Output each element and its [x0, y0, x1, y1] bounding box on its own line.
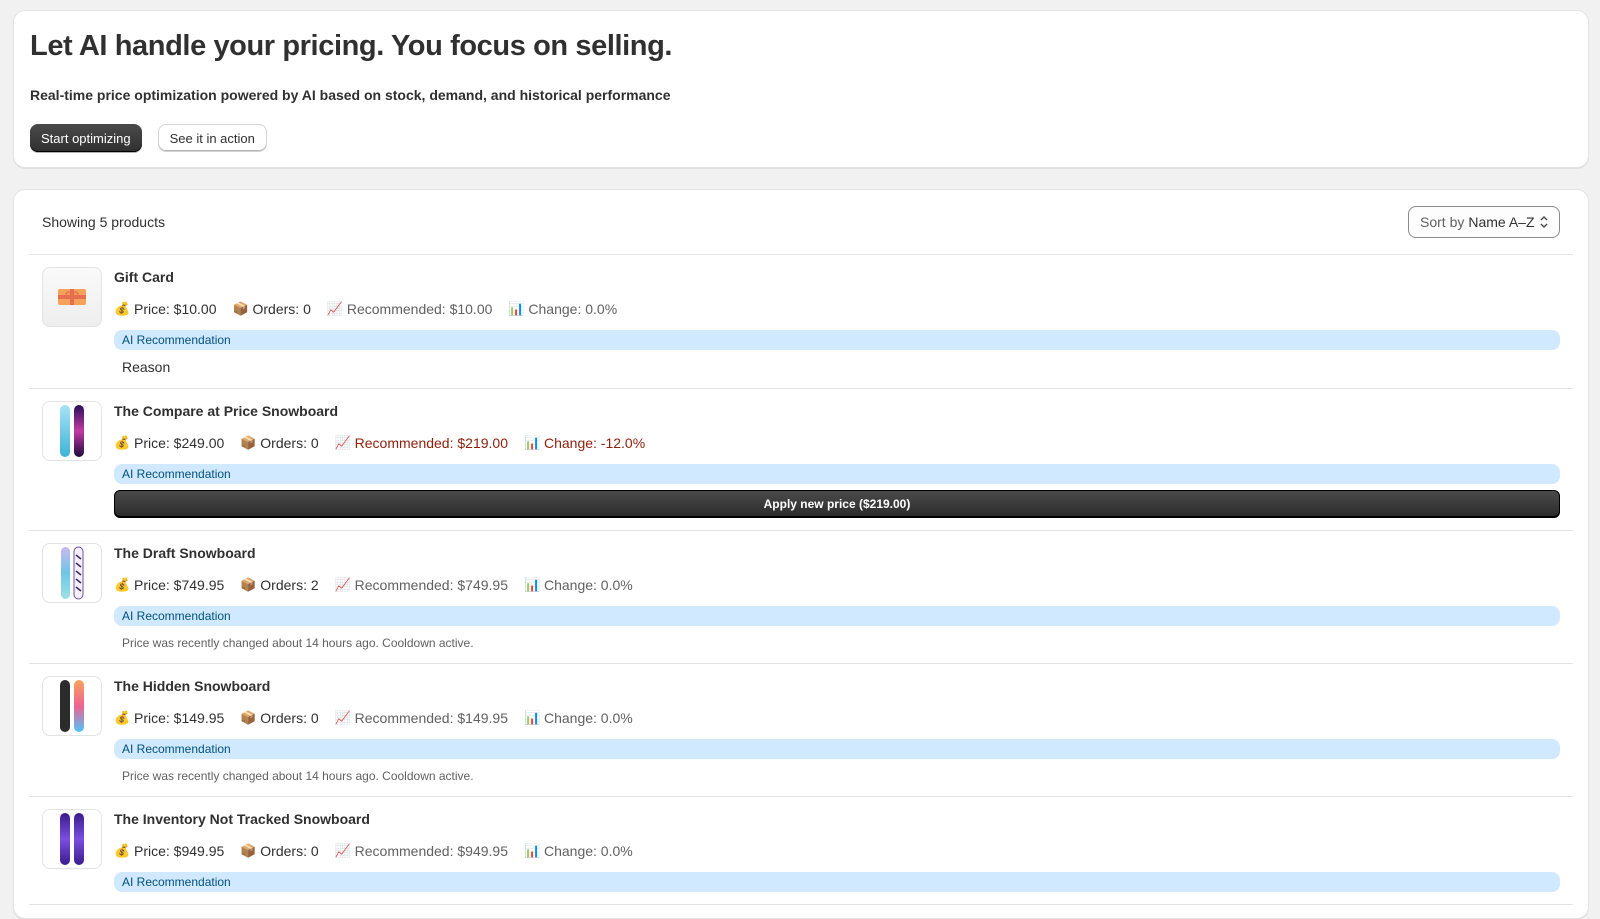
money-bag-icon: 💰 — [114, 301, 131, 316]
product-name: The Draft Snowboard — [114, 545, 256, 561]
product-recommended: Recommended: $949.95 — [354, 843, 508, 859]
apply-new-price-button[interactable]: Apply new price ($219.00) — [114, 490, 1560, 518]
snowboard-image-icon — [60, 405, 84, 457]
bar-chart-icon: 📊 — [523, 843, 541, 858]
page-subtitle: Real-time price optimization powered by … — [30, 87, 671, 103]
product-content: The Hidden Snowboard 💰 Price: $149.95 📦 Or… — [114, 676, 1560, 784]
product-content: The Draft Snowboard 💰 Price: $749.95 📦 Ord… — [114, 543, 1560, 651]
ai-recommendation-banner: AI Recommendation — [114, 330, 1560, 350]
product-orders: Orders: 0 — [252, 301, 311, 317]
product-thumbnail — [42, 267, 102, 327]
ai-reason: Reason — [122, 359, 171, 375]
chart-increasing-icon: 📈 — [326, 301, 344, 316]
product-row: The Inventory Not Tracked Snowboard 💰 Pri… — [29, 797, 1573, 905]
gift-card-icon — [58, 289, 86, 305]
money-bag-icon: 💰 — [114, 843, 131, 858]
product-content: The Inventory Not Tracked Snowboard 💰 Pri… — [114, 809, 1560, 892]
product-row: The Draft Snowboard 💰 Price: $749.95 📦 Ord… — [29, 531, 1573, 664]
product-thumbnail — [42, 401, 102, 461]
product-change: Change: -12.0% — [543, 435, 646, 451]
product-orders: Orders: 2 — [260, 577, 319, 593]
product-price: Price: $749.95 — [134, 577, 225, 593]
product-name: The Inventory Not Tracked Snowboard — [114, 811, 370, 827]
snowboard-image-icon — [60, 680, 84, 732]
chevron-up-down-icon — [1540, 216, 1548, 228]
product-price: Price: $249.00 — [134, 435, 225, 451]
product-row: Gift Card 💰 Price: $10.00 📦 Orders: 0 📈 Rec… — [29, 255, 1573, 389]
money-bag-icon: 💰 — [114, 435, 131, 450]
chart-increasing-icon: 📈 — [334, 577, 351, 592]
page-title: Let AI handle your pricing. You focus on… — [30, 30, 673, 62]
package-icon: 📦 — [240, 843, 257, 858]
product-content: Gift Card 💰 Price: $10.00 📦 Orders: 0 📈 Rec… — [114, 267, 1560, 376]
product-change: Change: 0.0% — [543, 710, 633, 726]
product-orders: Orders: 0 — [260, 843, 319, 859]
product-price: Price: $949.95 — [134, 843, 225, 859]
ai-recommendation-banner: AI Recommendation — [114, 464, 1560, 484]
product-change: Change: 0.0% — [528, 301, 618, 317]
chart-increasing-icon: 📈 — [334, 710, 351, 725]
package-icon: 📦 — [240, 710, 257, 725]
product-stats: 💰 Price: $149.95 📦 Orders: 0 📈 Recommended:… — [114, 709, 1560, 727]
product-row: The Compare at Price Snowboard 💰 Price: $… — [29, 389, 1573, 531]
product-count: Showing 5 products — [42, 214, 165, 230]
product-name: The Hidden Snowboard — [114, 678, 271, 694]
sort-label: Sort by — [1420, 214, 1465, 230]
bar-chart-icon: 📊 — [523, 577, 541, 592]
product-change: Change: 0.0% — [543, 843, 633, 859]
product-thumbnail — [42, 543, 102, 603]
chart-increasing-icon: 📈 — [334, 843, 351, 858]
sort-select[interactable]: Sort by Name A–Z — [1408, 206, 1560, 238]
hero-actions: Start optimizing See it in action — [30, 124, 1572, 152]
ai-recommendation-banner: AI Recommendation — [114, 606, 1560, 626]
sort-value: Name A–Z — [1468, 214, 1535, 230]
product-price: Price: $10.00 — [134, 301, 217, 317]
product-change: Change: 0.0% — [543, 577, 633, 593]
product-recommended: Recommended: $10.00 — [346, 301, 493, 317]
product-name: Gift Card — [114, 269, 174, 285]
product-thumbnail — [42, 676, 102, 736]
cooldown-note: Price was recently changed about 14 hour… — [122, 769, 474, 783]
bar-chart-icon: 📊 — [523, 710, 541, 725]
package-icon: 📦 — [240, 435, 257, 450]
product-row: The Hidden Snowboard 💰 Price: $149.95 📦 Or… — [29, 664, 1573, 797]
bar-chart-icon: 📊 — [508, 301, 525, 316]
product-price: Price: $149.95 — [134, 710, 225, 726]
product-orders: Orders: 0 — [260, 435, 319, 451]
product-orders: Orders: 0 — [260, 710, 319, 726]
product-recommended: Recommended: $219.00 — [354, 435, 508, 451]
see-it-in-action-button[interactable]: See it in action — [157, 124, 267, 152]
package-icon: 📦 — [232, 301, 249, 316]
start-optimizing-button[interactable]: Start optimizing — [30, 124, 142, 152]
product-stats: 💰 Price: $749.95 📦 Orders: 2 📈 Recommended:… — [114, 576, 1560, 594]
product-name: The Compare at Price Snowboard — [114, 403, 339, 419]
bar-chart-icon: 📊 — [523, 435, 541, 450]
product-stats: 💰 Price: $949.95 📦 Orders: 0 📈 Recommended:… — [114, 842, 1560, 860]
snowboard-image-icon — [60, 813, 84, 865]
product-recommended: Recommended: $149.95 — [354, 710, 508, 726]
cooldown-note: Price was recently changed about 14 hour… — [122, 636, 474, 650]
ai-recommendation-banner: AI Recommendation — [114, 872, 1560, 892]
money-bag-icon: 💰 — [114, 710, 131, 725]
list-header: Showing 5 products Sort by Name A–Z — [29, 190, 1573, 255]
product-thumbnail — [42, 809, 102, 869]
hero-card: Let AI handle your pricing. You focus on… — [13, 10, 1589, 168]
product-stats: 💰 Price: $10.00 📦 Orders: 0 📈 Recommended: … — [114, 300, 1560, 318]
snowboard-image-icon — [61, 546, 84, 600]
product-stats: 💰 Price: $249.00 📦 Orders: 0 📈 Recommended:… — [114, 434, 1560, 452]
products-card: Showing 5 products Sort by Name A–Z Gift… — [13, 189, 1589, 919]
product-recommended: Recommended: $749.95 — [354, 577, 508, 593]
ai-recommendation-banner: AI Recommendation — [114, 739, 1560, 759]
product-content: The Compare at Price Snowboard 💰 Price: $… — [114, 401, 1560, 518]
chart-increasing-icon: 📈 — [334, 435, 351, 450]
package-icon: 📦 — [240, 577, 257, 592]
money-bag-icon: 💰 — [114, 577, 131, 592]
